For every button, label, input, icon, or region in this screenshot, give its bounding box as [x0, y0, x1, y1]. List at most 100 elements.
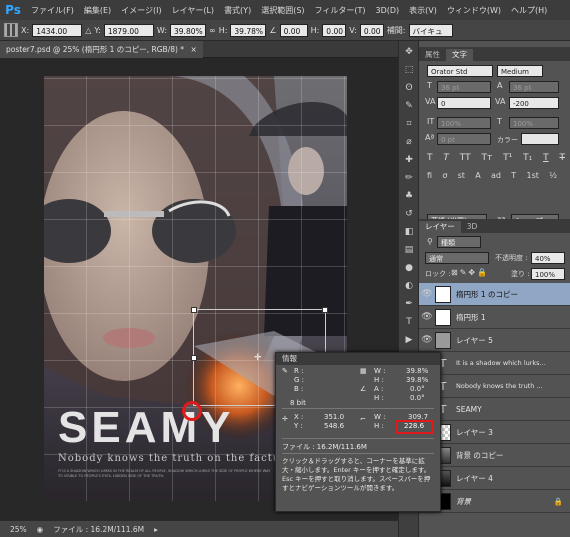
reference-point-icon[interactable] [4, 23, 18, 37]
menu-edit[interactable]: 編集(E) [79, 5, 116, 16]
menu-type[interactable]: 書式(Y) [219, 5, 256, 16]
x-label: X: [21, 25, 30, 35]
fill-input[interactable]: 100% [531, 268, 565, 280]
menu-help[interactable]: ヘルプ(H) [506, 5, 552, 16]
fraction-icon[interactable]: 1st [527, 171, 539, 180]
y-input[interactable]: 1879.00 px [103, 23, 154, 49]
underline-icon[interactable]: T [543, 153, 549, 163]
tracking-input[interactable]: -200 [509, 97, 559, 109]
ordinal-icon[interactable]: T [511, 171, 516, 180]
zoom-level[interactable]: 25% [10, 525, 27, 534]
vskew-input[interactable]: 0.00 [359, 23, 384, 37]
menu-filter[interactable]: フィルター(T) [310, 5, 371, 16]
status-arrow-icon[interactable]: ▸ [154, 525, 158, 534]
all-caps-icon[interactable]: TT [460, 153, 471, 163]
type-tool-icon[interactable]: T [402, 315, 416, 329]
lasso-tool-icon[interactable]: ʘ [402, 81, 416, 95]
marquee-tool-icon[interactable]: ⬚ [402, 63, 416, 77]
transform-handle-tl[interactable] [191, 307, 197, 313]
half-icon[interactable]: ½ [549, 171, 557, 180]
x-input[interactable]: 1434.00 px [32, 23, 83, 49]
layer-row[interactable]: 👁 楕円形 1 のコピー [419, 283, 570, 306]
menu-layer[interactable]: レイヤー(L) [167, 5, 219, 16]
transform-center-icon[interactable]: ✛ [254, 353, 262, 363]
menu-select[interactable]: 選択範囲(S) [256, 5, 309, 16]
eyedropper-tool-icon[interactable]: ⌀ [402, 135, 416, 149]
ligature-icon[interactable]: fi [427, 171, 432, 180]
horizontal-scale-input[interactable]: 100% [509, 117, 559, 129]
dodge-tool-icon[interactable]: ◐ [402, 279, 416, 293]
font-style-select[interactable]: Medium [497, 65, 543, 77]
kerning-input[interactable]: 0 [437, 97, 491, 109]
faux-bold-icon[interactable]: T [427, 153, 433, 163]
font-size-input[interactable]: 36 pt [437, 81, 491, 93]
swash-icon[interactable]: st [458, 171, 465, 180]
transform-handle-tr[interactable] [322, 307, 328, 313]
status-info-icon[interactable]: ◉ [37, 525, 44, 534]
document-tab[interactable]: poster7.psd @ 25% (楕円形 1 のコピー, RGB/8) * … [0, 41, 203, 58]
history-brush-tool-icon[interactable]: ↺ [402, 207, 416, 221]
pen-tool-icon[interactable]: ✒ [402, 297, 416, 311]
layer-row[interactable]: 👁 レイヤー 5 [419, 329, 570, 352]
alternate-icon[interactable]: A [475, 171, 480, 180]
tab-character[interactable]: 文字 [446, 49, 473, 61]
titling-icon[interactable]: ad [491, 171, 501, 180]
brush-tool-icon[interactable]: ✏ [402, 171, 416, 185]
strikethrough-icon[interactable]: T [559, 153, 565, 163]
blend-mode-select[interactable]: 通常 [425, 252, 489, 264]
layer-row[interactable]: 👁 レイヤー 4 [419, 467, 570, 490]
menu-file[interactable]: ファイル(F) [26, 5, 79, 16]
eraser-tool-icon[interactable]: ◧ [402, 225, 416, 239]
gradient-tool-icon[interactable]: ▤ [402, 243, 416, 257]
layer-row[interactable]: 👁 楕円形 1 [419, 306, 570, 329]
menu-view[interactable]: 表示(V) [404, 5, 442, 16]
tab-close-icon[interactable]: × [190, 45, 196, 54]
layer-row[interactable]: 👁 レイヤー 3 [419, 421, 570, 444]
move-tool-icon[interactable]: ✥ [402, 45, 416, 59]
interpolation-label: 補間: [386, 25, 406, 35]
info-panel-header[interactable]: 情報 [276, 353, 440, 365]
blur-tool-icon[interactable]: ● [402, 261, 416, 275]
visibility-eye-icon[interactable]: 👁 [419, 289, 435, 299]
path-select-tool-icon[interactable]: ▶ [402, 333, 416, 347]
tab-properties[interactable]: 属性 [419, 49, 446, 61]
transform-handle-ml[interactable] [191, 355, 197, 361]
menu-image[interactable]: イメージ(I) [116, 5, 166, 16]
w-input[interactable]: 39.80% [170, 23, 207, 37]
tab-3d[interactable]: 3D [461, 221, 484, 233]
heal-tool-icon[interactable]: ✚ [402, 153, 416, 167]
hskew-input[interactable]: 0.00 [322, 23, 347, 37]
layer-row[interactable]: T It is a shadow which lurks... [419, 352, 570, 375]
visibility-eye-icon[interactable]: 👁 [419, 312, 435, 322]
superscript-icon[interactable]: T¹ [503, 153, 512, 163]
lock-icons[interactable]: ⊠✎✥🔒 [451, 268, 489, 277]
faux-italic-icon[interactable]: T [443, 153, 449, 163]
menu-window[interactable]: ウィンドウ(W) [442, 5, 506, 16]
layer-filter-select[interactable]: 種類 [437, 236, 481, 248]
h-input[interactable]: 39.78% [230, 23, 267, 37]
vertical-scale-input[interactable]: 100% [437, 117, 491, 129]
quick-select-tool-icon[interactable]: ✎ [402, 99, 416, 113]
angle-input[interactable]: 0.00 [279, 23, 308, 37]
layer-row[interactable]: 👁 背景 のコピー [419, 444, 570, 467]
stamp-tool-icon[interactable]: ♣ [402, 189, 416, 203]
text-color-swatch[interactable] [521, 133, 559, 145]
layer-row[interactable]: 👁 背景 🔒 [419, 490, 570, 513]
interpolation-select[interactable]: バイキュー [408, 23, 453, 49]
baseline-shift-input[interactable]: 0 pt [437, 133, 491, 145]
subscript-icon[interactable]: T₁ [523, 153, 532, 163]
delta-icon[interactable]: △ [85, 26, 91, 35]
leading-input[interactable]: 36 pt [509, 81, 559, 93]
tab-layers[interactable]: レイヤー [419, 221, 461, 233]
menu-3d[interactable]: 3D(D) [371, 6, 405, 15]
small-caps-icon[interactable]: Tт [481, 153, 492, 163]
opacity-input[interactable]: 40% [531, 252, 565, 264]
oldstyle-icon[interactable]: ơ [442, 171, 447, 180]
font-family-select[interactable]: Orator Std [427, 65, 493, 77]
layer-row[interactable]: 👁 T SEAMY [419, 398, 570, 421]
hscale-icon: T [497, 117, 502, 126]
visibility-eye-icon[interactable]: 👁 [419, 335, 435, 345]
layer-row[interactable]: 👁 T Nobody knows the truth ... [419, 375, 570, 398]
crop-tool-icon[interactable]: ⌗ [402, 117, 416, 131]
link-icon[interactable]: ∞ [209, 26, 216, 35]
